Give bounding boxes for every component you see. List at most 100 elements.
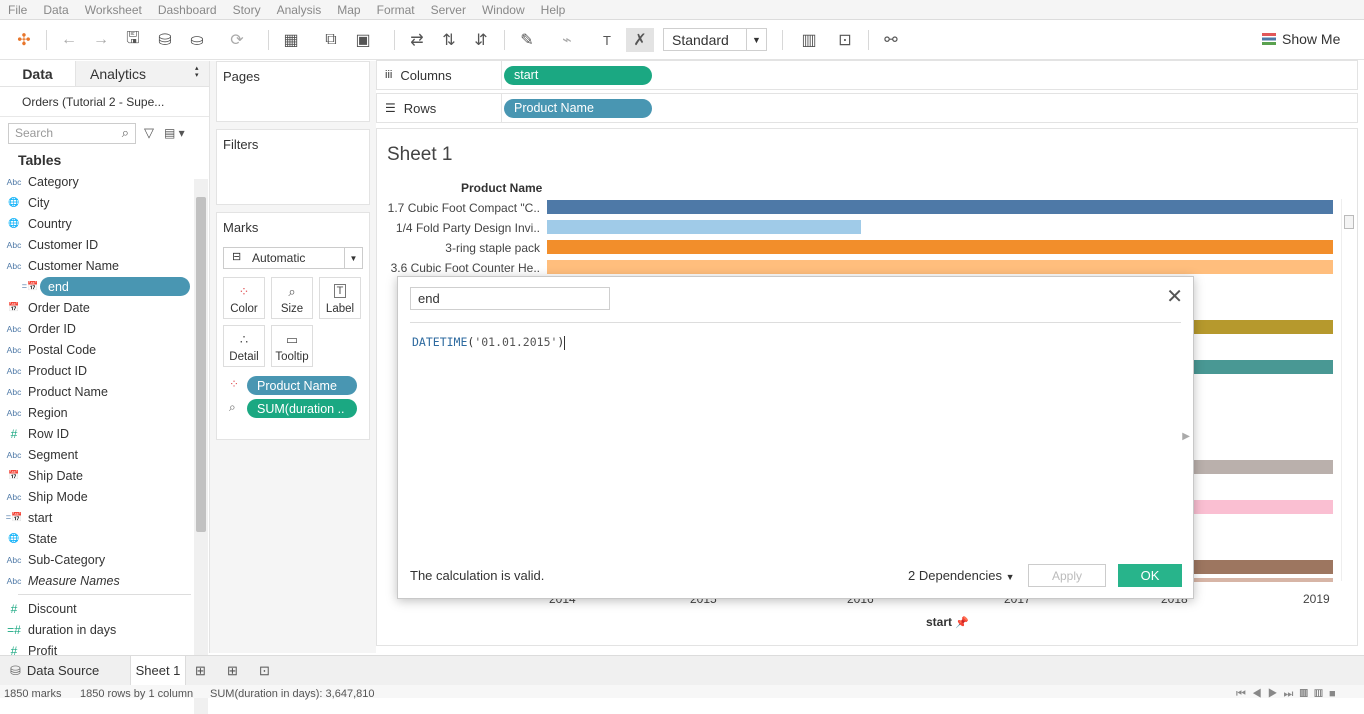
row-label[interactable]: 3-ring staple pack — [445, 241, 540, 255]
new-worksheet-icon[interactable]: ▦ — [280, 28, 302, 52]
viz-scrollbar[interactable] — [1341, 199, 1355, 581]
field-end[interactable]: =📅 end — [22, 277, 190, 296]
fit-select[interactable]: Standard ▼ — [663, 28, 767, 51]
columns-shelf[interactable]: iii Columns start — [376, 60, 1358, 90]
field-state[interactable]: 🌐 State — [0, 528, 190, 549]
field-order-id[interactable]: Abc Order ID — [0, 318, 190, 339]
tableau-logo-icon[interactable]: ✣ — [12, 28, 36, 52]
field-row-id[interactable]: # Row ID — [0, 423, 190, 444]
show-me-button[interactable]: Show Me — [1262, 31, 1340, 47]
new-datasource-icon[interactable]: ⛁ — [154, 28, 176, 52]
ok-button[interactable]: OK — [1118, 564, 1182, 587]
new-dashboard-tab-icon[interactable]: ⊞ — [227, 656, 243, 685]
field-customer-id[interactable]: Abc Customer ID — [0, 234, 190, 255]
label-button[interactable]: T Label — [319, 277, 361, 319]
tab-analytics[interactable]: Analytics — [76, 61, 209, 86]
gantt-bar[interactable] — [1187, 560, 1333, 574]
menu-item-help[interactable]: Help — [541, 3, 566, 17]
swap-icon[interactable]: ⇄ — [406, 28, 428, 52]
sort-ascending-icon[interactable]: ⇅ — [438, 28, 460, 52]
field-product-name[interactable]: Abc Product Name — [0, 381, 190, 402]
field-duration-in-days[interactable]: =# duration in days — [0, 619, 190, 640]
detail-button[interactable]: ∴ Detail — [223, 325, 265, 367]
fix-axes-icon[interactable]: ✗ — [626, 28, 654, 52]
field-customer-name[interactable]: Abc Customer Name — [0, 255, 190, 276]
field-postal-code[interactable]: Abc Postal Code — [0, 339, 190, 360]
tab-data-source[interactable]: ⛁ Data Source — [10, 656, 126, 685]
field-order-date[interactable]: 📅 Order Date — [0, 297, 190, 318]
filters-card[interactable]: Filters — [216, 129, 370, 205]
field-category[interactable]: Abc Category — [0, 171, 190, 192]
share-icon[interactable]: ⚯ — [880, 28, 902, 52]
gantt-bar[interactable] — [547, 240, 1333, 254]
search-input[interactable]: Search ⌕ — [8, 122, 136, 144]
field-list-scrollbar[interactable] — [194, 179, 208, 714]
apply-button[interactable]: Apply — [1028, 564, 1106, 587]
field-country[interactable]: 🌐 Country — [0, 213, 190, 234]
refresh-icon[interactable]: ⟳ — [226, 28, 248, 52]
redo-icon[interactable]: → — [90, 28, 112, 52]
clear-sheet-icon[interactable]: ▣ — [352, 28, 374, 52]
new-worksheet-tab-icon[interactable]: ⊞ — [195, 656, 211, 685]
tab-data[interactable]: Data — [0, 61, 76, 86]
gantt-bar[interactable] — [1187, 500, 1333, 514]
color-button[interactable]: ⁘ Color — [223, 277, 265, 319]
menu-item-file[interactable]: File — [8, 3, 27, 17]
highlight-icon[interactable]: ✎ — [516, 28, 538, 52]
new-story-tab-icon[interactable]: ⊡ — [259, 656, 275, 685]
datasource-item[interactable]: Orders (Tutorial 2 - Supe... — [0, 87, 209, 117]
close-icon[interactable]: ✕ — [1166, 287, 1183, 307]
tab-sheet-1[interactable]: Sheet 1 — [130, 656, 186, 685]
product-name-color-pill[interactable]: Product Name — [247, 376, 357, 395]
duplicate-sheet-icon[interactable]: ⧉ — [320, 28, 342, 52]
pages-card[interactable]: Pages — [216, 61, 370, 122]
formula-editor[interactable]: DATETIME('01.01.2015') — [412, 335, 566, 350]
pin-icon[interactable]: 📌 — [955, 617, 969, 629]
menu-item-story[interactable]: Story — [233, 3, 261, 17]
show-labels-icon[interactable]: T — [596, 28, 618, 52]
presentation-mode-icon[interactable]: ⊡ — [834, 28, 856, 52]
expand-icon[interactable]: ▶ — [1182, 431, 1190, 442]
mark-type-select[interactable]: ⊟ Automatic ▼ — [223, 247, 363, 269]
field-start[interactable]: =📅 start — [0, 507, 190, 528]
menu-item-analysis[interactable]: Analysis — [277, 3, 322, 17]
menu-item-data[interactable]: Data — [43, 3, 68, 17]
row-label[interactable]: 1/4 Fold Party Design Invi.. — [396, 221, 540, 235]
gantt-bar[interactable] — [1187, 320, 1333, 334]
tooltip-button[interactable]: ▭ Tooltip — [271, 325, 313, 367]
gantt-bar[interactable] — [547, 220, 861, 234]
filter-icon[interactable]: ▽ — [144, 125, 154, 141]
pause-updates-icon[interactable]: ⛀ — [186, 28, 208, 52]
menu-item-map[interactable]: Map — [337, 3, 360, 17]
field-discount[interactable]: # Discount — [0, 598, 190, 619]
calc-name-input[interactable]: end — [410, 287, 610, 310]
field-sub-category[interactable]: Abc Sub-Category — [0, 549, 190, 570]
view-options-icon[interactable]: ▤ ▾ — [164, 126, 185, 140]
start-pill[interactable]: start — [504, 65, 652, 85]
dependencies-dropdown[interactable]: 2 Dependencies ▼ — [908, 568, 1015, 583]
field-city[interactable]: 🌐 City — [0, 192, 190, 213]
field-region[interactable]: Abc Region — [0, 402, 190, 423]
save-icon[interactable]: 🖫 — [122, 28, 144, 52]
sort-descending-icon[interactable]: ⇵ — [470, 28, 492, 52]
rows-shelf[interactable]: ☰ Rows Product Name — [376, 93, 1358, 123]
row-label[interactable]: 1.7 Cubic Foot Compact "C.. — [388, 201, 540, 215]
field-measure-names[interactable]: Abc Measure Names — [0, 570, 190, 591]
menu-item-worksheet[interactable]: Worksheet — [85, 3, 142, 17]
undo-icon[interactable]: ← — [58, 28, 80, 52]
menu-item-dashboard[interactable]: Dashboard — [158, 3, 217, 17]
gantt-bar[interactable] — [547, 200, 1333, 214]
menu-item-format[interactable]: Format — [377, 3, 415, 17]
field-ship-mode[interactable]: Abc Ship Mode — [0, 486, 190, 507]
menu-item-window[interactable]: Window — [482, 3, 525, 17]
group-members-icon[interactable]: ⌁ — [556, 28, 578, 52]
gantt-bar[interactable] — [1187, 360, 1333, 374]
size-button[interactable]: ⌕ Size — [271, 277, 313, 319]
row-label[interactable]: 3.6 Cubic Foot Counter He.. — [391, 261, 540, 275]
field-segment[interactable]: Abc Segment — [0, 444, 190, 465]
field-ship-date[interactable]: 📅 Ship Date — [0, 465, 190, 486]
product-name-pill[interactable]: Product Name — [504, 98, 652, 118]
sheet-nav-icons[interactable]: ⏮◀▶⏭▦▥■ — [1236, 688, 1342, 701]
gantt-bar[interactable] — [1187, 460, 1333, 474]
gantt-bar[interactable] — [1187, 578, 1333, 582]
